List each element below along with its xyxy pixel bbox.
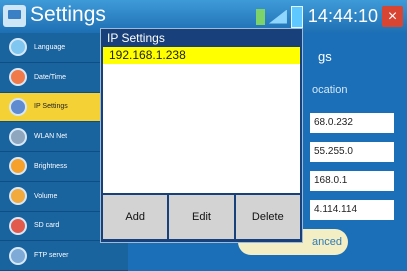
settings-app-icon xyxy=(3,5,26,27)
dialog-button-bar: Add Edit Delete xyxy=(103,195,300,239)
brightness-icon xyxy=(9,157,27,176)
edit-button[interactable]: Edit xyxy=(169,195,234,239)
network-icon xyxy=(9,97,27,116)
language-icon xyxy=(9,38,27,57)
add-button[interactable]: Add xyxy=(103,195,168,239)
ip-settings-dialog: IP Settings 192.168.1.238 Add Edit Delet… xyxy=(100,28,303,243)
sidebar-item-label: Brightness xyxy=(34,162,68,170)
calendar-icon xyxy=(9,68,27,87)
wlan-icon xyxy=(9,127,27,146)
battery-icon xyxy=(290,5,303,28)
location-label: ocation xyxy=(312,84,348,96)
sidebar-item-label: Date/Time xyxy=(34,73,67,81)
panel-heading: gs xyxy=(318,49,332,64)
gateway-field[interactable]: 168.0.1 xyxy=(310,171,394,191)
sidebar-item-label: SD card xyxy=(34,222,60,230)
delete-button[interactable]: Delete xyxy=(235,195,300,239)
close-button[interactable]: × xyxy=(382,6,403,27)
signal-icon xyxy=(255,8,265,25)
subnet-mask-field[interactable]: 55.255.0 xyxy=(310,142,394,162)
sidebar-item-label: FTP server xyxy=(34,252,69,260)
sidebar-item-label: Volume xyxy=(34,192,58,200)
ftp-icon xyxy=(9,246,27,265)
sidebar-item-label: IP Settings xyxy=(34,103,68,111)
dialog-title: IP Settings xyxy=(107,31,165,45)
sidebar-item-label: WLAN Net xyxy=(34,133,68,141)
network-status-icon xyxy=(268,9,287,24)
list-item[interactable]: 192.168.1.238 xyxy=(103,47,300,64)
window-title: Settings xyxy=(30,3,106,26)
sidebar-item-ftp-server[interactable]: FTP server xyxy=(0,241,128,271)
ip-address-field[interactable]: 68.0.232 xyxy=(310,113,394,133)
dns-field[interactable]: 4.114.114 xyxy=(310,200,394,220)
clock: 14:44:10 xyxy=(307,6,378,26)
sidebar-item-label: Language xyxy=(34,43,66,51)
sdcard-icon xyxy=(9,216,27,235)
volume-icon xyxy=(9,187,27,206)
ip-list: 192.168.1.238 xyxy=(103,47,300,193)
